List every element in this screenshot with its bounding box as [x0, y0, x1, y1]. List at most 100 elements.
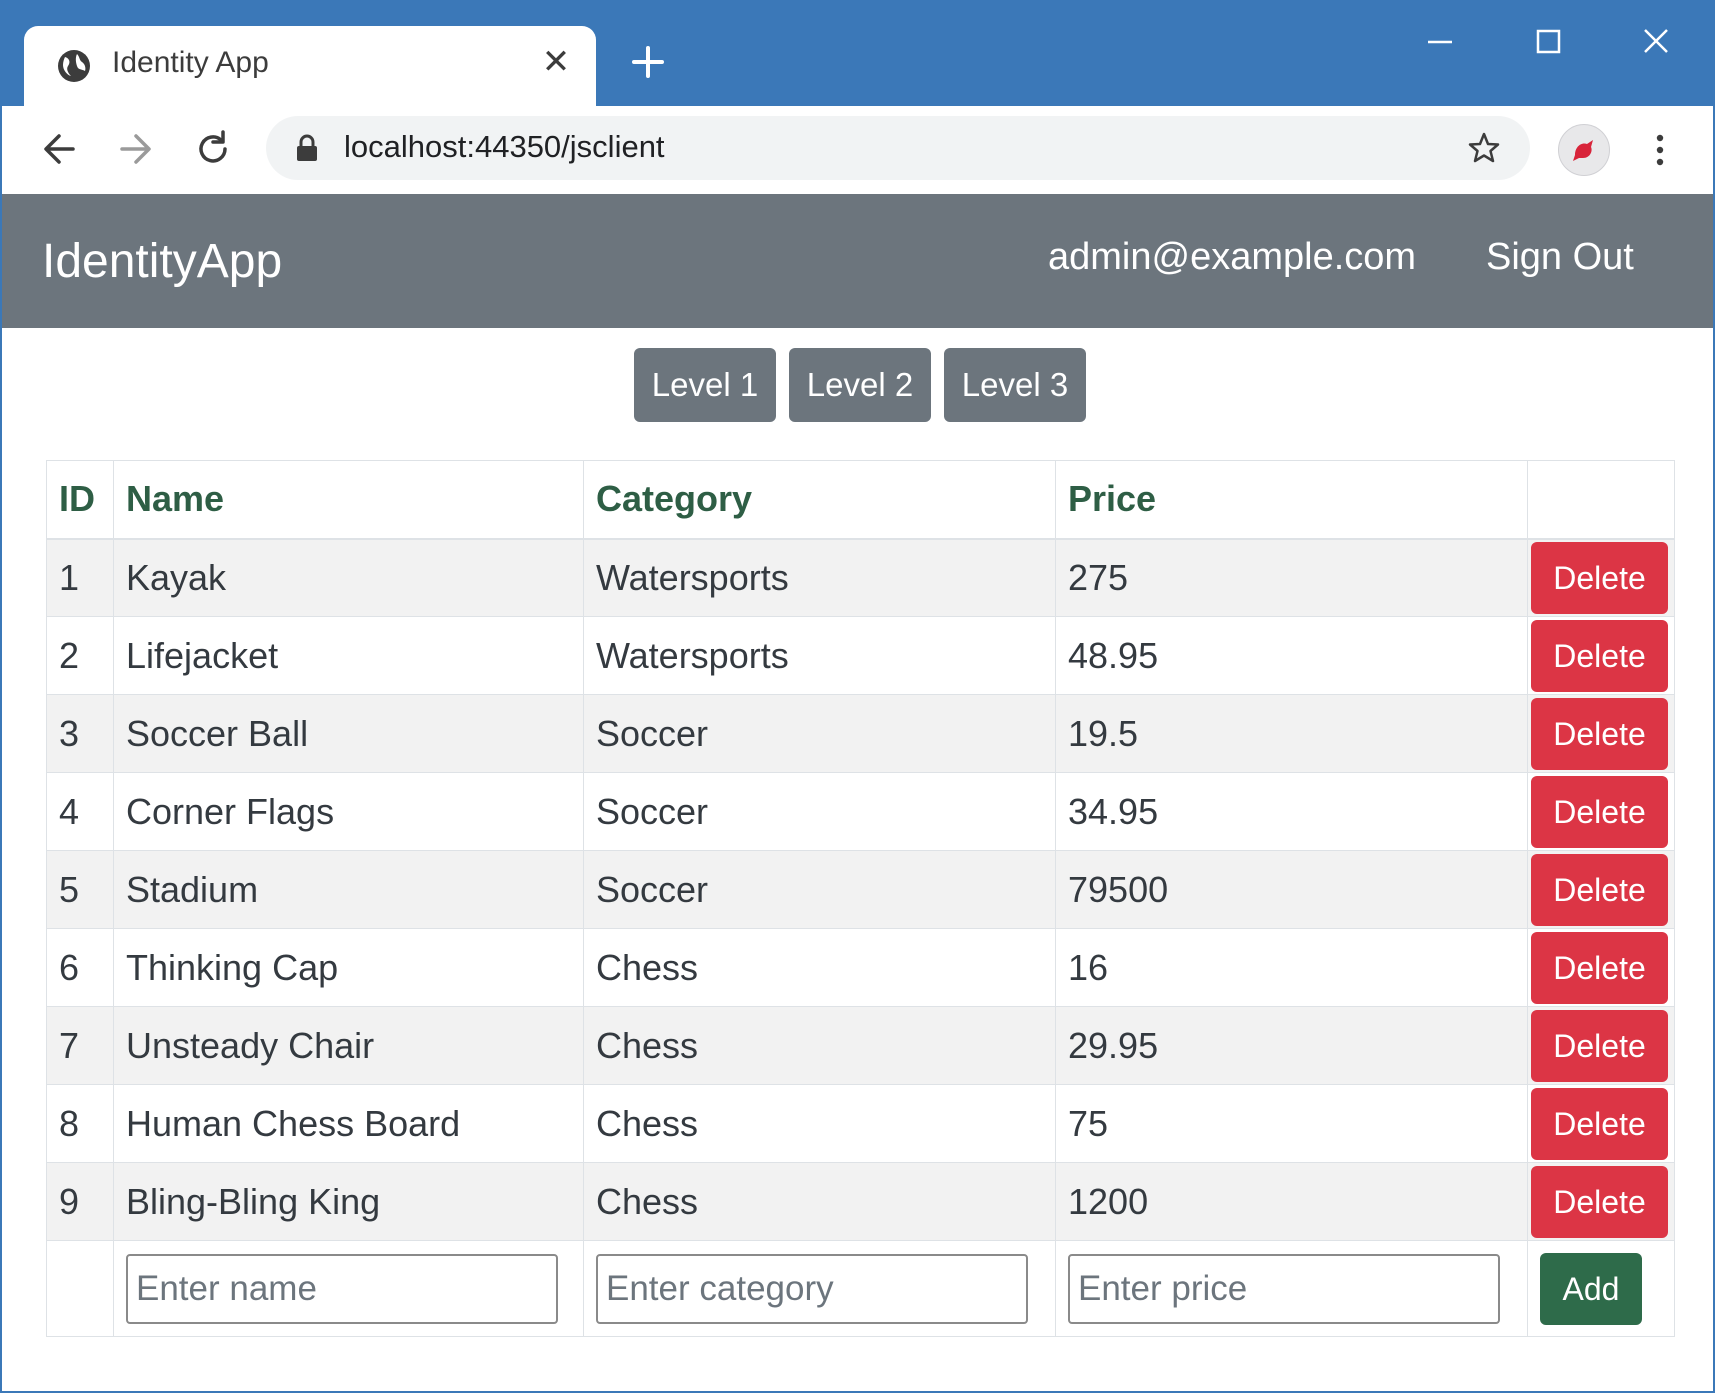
lock-icon[interactable]	[294, 133, 320, 163]
sign-out-link[interactable]: Sign Out	[1486, 236, 1634, 279]
table-body: 1 Kayak Watersports 275 Delete 2 Lifejac…	[46, 538, 1675, 1337]
delete-button[interactable]: Delete	[1531, 853, 1668, 926]
cell-name: Human Chess Board	[113, 1084, 584, 1163]
cell-price: 275	[1055, 538, 1528, 617]
cell-name: Bling-Bling King	[113, 1162, 584, 1241]
url-text[interactable]: localhost:44350/jsclient	[344, 129, 665, 165]
app-navbar: IdentityApp admin@example.com Sign Out	[2, 194, 1713, 328]
delete-button[interactable]: Delete	[1531, 1165, 1668, 1238]
cell-category: Watersports	[583, 616, 1056, 695]
category-input[interactable]	[596, 1253, 1028, 1324]
level-2-button[interactable]: Level 2	[789, 348, 931, 422]
cell-actions: Delete	[1527, 850, 1675, 929]
column-header-id: ID	[46, 460, 114, 540]
cell-id: 3	[46, 694, 114, 773]
minimize-icon[interactable]	[1414, 20, 1466, 64]
delete-button[interactable]: Delete	[1531, 1087, 1668, 1160]
delete-button[interactable]: Delete	[1531, 931, 1668, 1004]
price-input[interactable]	[1068, 1253, 1500, 1324]
column-header-name: Name	[113, 460, 584, 540]
cell-category: Chess	[583, 1162, 1056, 1241]
cell-price: 16	[1055, 928, 1528, 1007]
cell-category: Chess	[583, 928, 1056, 1007]
cell-category-input	[583, 1240, 1056, 1337]
cell-price: 29.95	[1055, 1006, 1528, 1085]
table-row: 8 Human Chess Board Chess 75 Delete	[46, 1084, 1675, 1163]
name-input[interactable]	[126, 1253, 558, 1324]
delete-button[interactable]: Delete	[1531, 1009, 1668, 1082]
delete-button[interactable]: Delete	[1531, 775, 1668, 848]
table-row: 7 Unsteady Chair Chess 29.95 Delete	[46, 1006, 1675, 1085]
browser-toolbar: localhost:44350/jsclient	[2, 106, 1713, 194]
user-email[interactable]: admin@example.com	[1048, 236, 1416, 279]
arrow-left-icon[interactable]	[35, 124, 85, 174]
cell-price: 48.95	[1055, 616, 1528, 695]
cell-name: Stadium	[113, 850, 584, 929]
cell-actions: Delete	[1527, 694, 1675, 773]
column-header-price: Price	[1055, 460, 1528, 540]
cell-id: 2	[46, 616, 114, 695]
cell-actions: Delete	[1527, 1162, 1675, 1241]
cell-name-input	[113, 1240, 584, 1337]
table-header-row: ID Name Category Price	[46, 460, 1675, 540]
app-brand[interactable]: IdentityApp	[42, 234, 282, 289]
cell-name: Lifejacket	[113, 616, 584, 695]
table-row: 2 Lifejacket Watersports 48.95 Delete	[46, 616, 1675, 695]
cell-id: 7	[46, 1006, 114, 1085]
delete-button[interactable]: Delete	[1531, 619, 1668, 692]
kebab-menu-icon[interactable]	[1642, 128, 1678, 172]
cell-actions: Delete	[1527, 1084, 1675, 1163]
column-header-category: Category	[583, 460, 1056, 540]
level-3-button[interactable]: Level 3	[944, 348, 1086, 422]
arrow-right-icon[interactable]	[110, 124, 160, 174]
delete-button[interactable]: Delete	[1531, 541, 1668, 614]
cell-name: Unsteady Chair	[113, 1006, 584, 1085]
products-table-container: ID Name Category Price 1 Kayak Waterspor…	[46, 460, 1675, 1337]
cell-price: 19.5	[1055, 694, 1528, 773]
close-icon[interactable]: ✕	[536, 42, 576, 82]
add-button[interactable]: Add	[1540, 1252, 1642, 1325]
cell-actions: Delete	[1527, 928, 1675, 1007]
cell-category: Soccer	[583, 694, 1056, 773]
cell-name: Thinking Cap	[113, 928, 584, 1007]
table-row: 6 Thinking Cap Chess 16 Delete	[46, 928, 1675, 1007]
cell-id: 8	[46, 1084, 114, 1163]
maximize-icon[interactable]	[1522, 20, 1574, 64]
address-bar[interactable]: localhost:44350/jsclient	[266, 116, 1530, 180]
cell-name: Corner Flags	[113, 772, 584, 851]
cell-id-empty	[46, 1240, 114, 1337]
avatar[interactable]	[1558, 124, 1610, 176]
cell-price: 34.95	[1055, 772, 1528, 851]
cell-id: 9	[46, 1162, 114, 1241]
column-header-actions	[1527, 460, 1675, 540]
table-row: 1 Kayak Watersports 275 Delete	[46, 538, 1675, 617]
cell-category: Chess	[583, 1006, 1056, 1085]
cell-add-action: Add	[1527, 1240, 1675, 1337]
browser-tab[interactable]: Identity App ✕	[24, 26, 596, 106]
cell-name: Kayak	[113, 538, 584, 617]
cell-actions: Delete	[1527, 1006, 1675, 1085]
cell-id: 6	[46, 928, 114, 1007]
level-1-button[interactable]: Level 1	[634, 348, 776, 422]
cell-id: 4	[46, 772, 114, 851]
url-path: :44350/jsclient	[466, 129, 665, 164]
cell-category: Chess	[583, 1084, 1056, 1163]
cell-id: 5	[46, 850, 114, 929]
url-host: localhost	[344, 129, 467, 164]
plus-icon[interactable]	[628, 42, 668, 82]
cell-id: 1	[46, 538, 114, 617]
cell-name: Soccer Ball	[113, 694, 584, 773]
table-row: 3 Soccer Ball Soccer 19.5 Delete	[46, 694, 1675, 773]
cell-actions: Delete	[1527, 538, 1675, 617]
star-icon[interactable]	[1466, 130, 1502, 166]
delete-button[interactable]: Delete	[1531, 697, 1668, 770]
table-row: 4 Corner Flags Soccer 34.95 Delete	[46, 772, 1675, 851]
title-bar: Identity App ✕	[2, 2, 1713, 106]
cell-category: Soccer	[583, 850, 1056, 929]
reload-icon[interactable]	[188, 124, 238, 174]
cell-category: Watersports	[583, 538, 1056, 617]
cell-actions: Delete	[1527, 616, 1675, 695]
cell-price-input	[1055, 1240, 1528, 1337]
cell-actions: Delete	[1527, 772, 1675, 851]
window-close-icon[interactable]	[1630, 20, 1682, 64]
